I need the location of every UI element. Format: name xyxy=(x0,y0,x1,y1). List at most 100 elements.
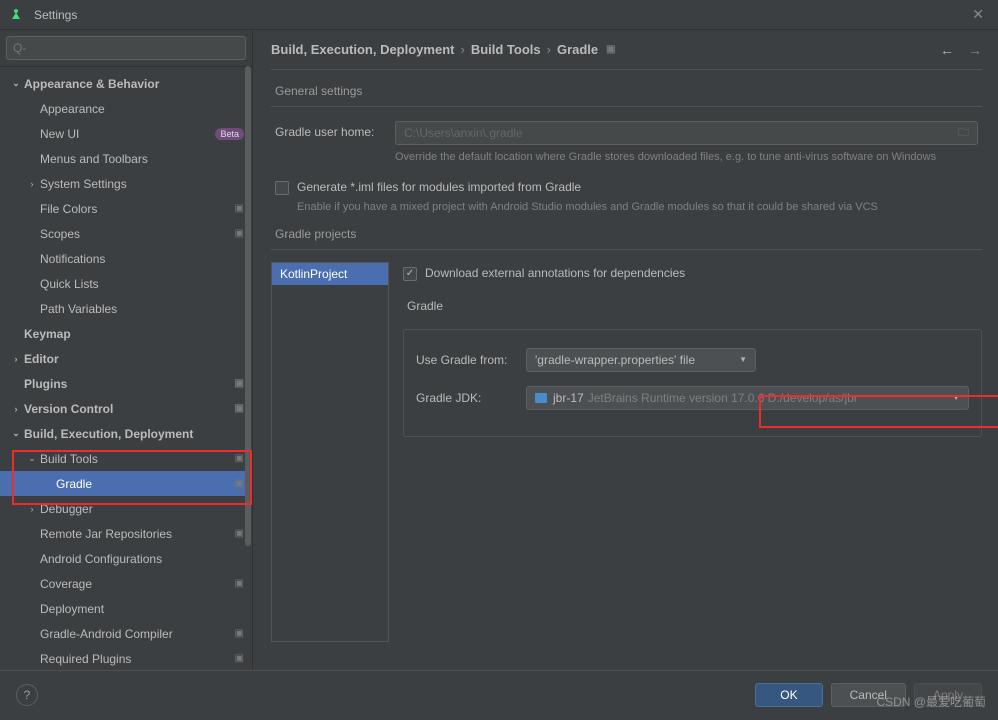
tree-item-label: Debugger xyxy=(40,502,244,516)
tree-item-label: Scopes xyxy=(40,227,231,241)
tree-item-label: Appearance & Behavior xyxy=(24,77,244,91)
tree-item-scopes[interactable]: Scopes ▣ xyxy=(0,221,252,246)
folder-icon[interactable]: 🗀 xyxy=(958,124,969,143)
chevron-right-icon: › xyxy=(26,504,38,514)
tree-item-menus-and-toolbars[interactable]: Menus and Toolbars xyxy=(0,146,252,171)
tree-item-label: File Colors xyxy=(40,202,231,216)
jdk-folder-icon xyxy=(535,393,547,403)
tree-item-label: Editor xyxy=(24,352,244,366)
tree-item-notifications[interactable]: Notifications xyxy=(0,246,252,271)
tree-item-appearance-behavior[interactable]: ⌄Appearance & Behavior xyxy=(0,71,252,96)
tree-item-gradle-android-compiler[interactable]: Gradle-Android Compiler ▣ xyxy=(0,621,252,646)
tree-item-remote-jar-repositories[interactable]: Remote Jar Repositories ▣ xyxy=(0,521,252,546)
chevron-right-icon: › xyxy=(10,404,22,414)
tree-item-android-configurations[interactable]: Android Configurations xyxy=(0,546,252,571)
projects-list[interactable]: KotlinProject xyxy=(271,262,389,642)
settings-tree[interactable]: ⌄Appearance & BehaviorAppearanceNew UIBe… xyxy=(0,67,252,670)
tree-item-label: Build Tools xyxy=(40,452,231,466)
tree-item-version-control[interactable]: ›Version Control▣ xyxy=(0,396,252,421)
gradle-jdk-dropdown[interactable]: jbr-17 JetBrains Runtime version 17.0.6 … xyxy=(526,386,969,410)
tree-item-label: Keymap xyxy=(24,327,244,341)
tree-item-build-tools[interactable]: ⌄Build Tools ▣ xyxy=(0,446,252,471)
tree-item-label: Deployment xyxy=(40,602,244,616)
dialog-footer: ? OK Cancel Apply xyxy=(0,670,998,718)
tree-item-deployment[interactable]: Deployment xyxy=(0,596,252,621)
gradle-user-home-input[interactable]: C:\Users\anxin\.gradle 🗀 xyxy=(395,121,978,145)
help-button[interactable]: ? xyxy=(16,684,38,706)
ok-button[interactable]: OK xyxy=(755,683,822,707)
project-item[interactable]: KotlinProject xyxy=(272,263,388,285)
tree-item-label: Gradle-Android Compiler xyxy=(40,627,231,641)
gradle-user-home-hint: Override the default location where Grad… xyxy=(395,149,978,166)
project-scope-icon: ▣ xyxy=(235,228,244,239)
generate-iml-label[interactable]: Generate *.iml files for modules importe… xyxy=(297,180,581,194)
chevron-right-icon: › xyxy=(547,42,551,57)
tree-item-required-plugins[interactable]: Required Plugins ▣ xyxy=(0,646,252,670)
section-general-settings: General settings xyxy=(271,70,982,107)
project-scope-icon: ▣ xyxy=(235,653,244,664)
download-annotations-label[interactable]: Download external annotations for depend… xyxy=(425,266,685,280)
chevron-right-icon: › xyxy=(26,179,38,189)
tree-item-label: Quick Lists xyxy=(40,277,244,291)
tree-item-quick-lists[interactable]: Quick Lists xyxy=(0,271,252,296)
tree-item-build-execution-deployment[interactable]: ⌄Build, Execution, Deployment xyxy=(0,421,252,446)
gradle-jdk-name: jbr-17 xyxy=(553,391,584,405)
tree-item-label: Path Variables xyxy=(40,302,244,316)
tree-item-file-colors[interactable]: File Colors ▣ xyxy=(0,196,252,221)
chevron-down-icon: ⌄ xyxy=(10,78,22,89)
tree-item-label: Appearance xyxy=(40,102,244,116)
gradle-user-home-value: C:\Users\anxin\.gradle xyxy=(404,126,523,140)
breadcrumb-part[interactable]: Build, Execution, Deployment xyxy=(271,42,454,57)
tree-item-coverage[interactable]: Coverage▣ xyxy=(0,571,252,596)
gradle-jdk-desc: JetBrains Runtime version 17.0.6 D:/deve… xyxy=(588,391,858,405)
gradle-user-home-label: Gradle user home: xyxy=(275,121,395,139)
settings-content: Build, Execution, Deployment › Build Too… xyxy=(253,30,998,670)
download-annotations-checkbox[interactable] xyxy=(403,267,417,281)
tree-item-debugger[interactable]: ›Debugger xyxy=(0,496,252,521)
tree-item-editor[interactable]: ›Editor xyxy=(0,346,252,371)
project-scope-icon: ▣ xyxy=(235,528,244,539)
tree-item-label: Coverage xyxy=(40,577,231,591)
tree-item-system-settings[interactable]: ›System Settings xyxy=(0,171,252,196)
tree-item-appearance[interactable]: Appearance xyxy=(0,96,252,121)
tree-item-label: Android Configurations xyxy=(40,552,244,566)
project-scope-icon: ▣ xyxy=(235,378,244,389)
generate-iml-checkbox[interactable] xyxy=(275,181,289,195)
chevron-down-icon: ⌄ xyxy=(10,428,22,439)
generate-iml-hint: Enable if you have a mixed project with … xyxy=(271,201,982,213)
scrollbar[interactable] xyxy=(244,66,252,670)
tree-item-label: Version Control xyxy=(24,402,231,416)
project-scope-icon: ▣ xyxy=(235,478,244,489)
settings-sidebar: ⌄Appearance & BehaviorAppearanceNew UIBe… xyxy=(0,30,253,670)
tree-item-label: Notifications xyxy=(40,252,244,266)
tree-item-path-variables[interactable]: Path Variables xyxy=(0,296,252,321)
project-scope-icon: ▣ xyxy=(235,203,244,214)
project-scope-icon: ▣ xyxy=(235,453,244,464)
tree-item-plugins[interactable]: Plugins ▣ xyxy=(0,371,252,396)
breadcrumb-part[interactable]: Build Tools xyxy=(471,42,541,57)
breadcrumb: Build, Execution, Deployment › Build Too… xyxy=(271,42,982,70)
chevron-right-icon: › xyxy=(460,42,464,57)
close-icon[interactable]: ✕ xyxy=(966,6,990,23)
project-scope-icon: ▣ xyxy=(235,628,244,639)
chevron-right-icon: › xyxy=(10,354,22,364)
tree-item-label: Plugins xyxy=(24,377,231,391)
tree-item-keymap[interactable]: Keymap xyxy=(0,321,252,346)
tree-item-label: Remote Jar Repositories xyxy=(40,527,231,541)
tree-item-gradle[interactable]: Gradle▣ xyxy=(0,471,252,496)
tree-item-label: Required Plugins xyxy=(40,652,231,666)
use-gradle-from-label: Use Gradle from: xyxy=(416,353,526,367)
project-scope-icon: ▣ xyxy=(606,44,615,55)
gradle-jdk-label: Gradle JDK: xyxy=(416,391,526,405)
chevron-down-icon: ⌄ xyxy=(26,453,38,464)
tree-item-new-ui[interactable]: New UIBeta xyxy=(0,121,252,146)
nav-forward-icon: → xyxy=(968,42,982,58)
use-gradle-from-dropdown[interactable]: 'gradle-wrapper.properties' file ▼ xyxy=(526,348,756,372)
beta-badge: Beta xyxy=(215,128,244,140)
cancel-button[interactable]: Cancel xyxy=(831,683,906,707)
use-gradle-from-value: 'gradle-wrapper.properties' file xyxy=(535,353,695,367)
nav-back-icon[interactable]: ← xyxy=(940,42,954,58)
tree-item-label: Menus and Toolbars xyxy=(40,152,244,166)
breadcrumb-part[interactable]: Gradle xyxy=(557,42,598,57)
search-input[interactable] xyxy=(6,36,246,60)
